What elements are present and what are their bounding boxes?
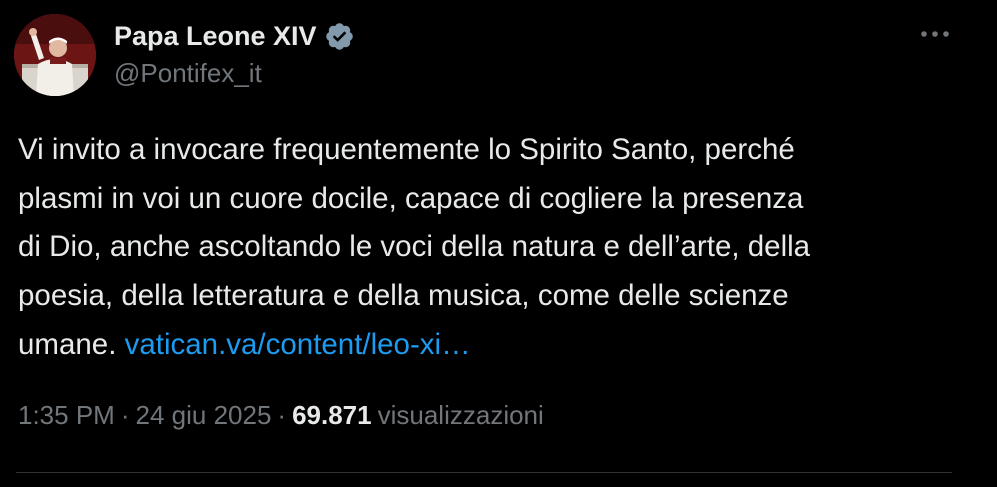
views-count[interactable]: 69.871 — [292, 400, 372, 431]
views-label: visualizzazioni — [377, 400, 544, 430]
tweet-link[interactable]: vatican.va/content/leo-xi… — [125, 328, 471, 361]
tweet-text-line: Vi invito a invocare frequentemente lo S… — [18, 133, 795, 166]
tweet-text-line: poesia, della letteratura e della musica… — [18, 279, 789, 313]
tweet-text: Vi invito a invocare frequentemente lo S… — [18, 126, 958, 370]
divider — [16, 472, 952, 473]
more-dots-icon — [921, 31, 949, 37]
verified-badge-icon[interactable] — [324, 21, 355, 52]
avatar-photo — [14, 14, 96, 96]
tweet-time[interactable]: 1:35 PM — [18, 400, 115, 431]
tweet-text-line: umane. — [18, 327, 117, 361]
author-name-row: Papa Leone XIV — [114, 18, 355, 54]
tweet-card: Papa Leone XIV @Pontifex_it Vi invito a … — [0, 0, 997, 487]
author-display-name[interactable]: Papa Leone XIV — [114, 21, 317, 52]
meta-separator: · — [120, 400, 130, 430]
tweet-text-line: plasmi in voi un cuore docile, capace di… — [18, 181, 804, 215]
tweet-meta: 1:35 PM · 24 giu 2025 · 69.871 visualizz… — [18, 400, 544, 431]
more-options-button[interactable] — [913, 18, 957, 50]
avatar[interactable] — [14, 14, 96, 96]
tweet-text-line: di Dio, anche ascoltando le voci della n… — [18, 230, 811, 264]
author-handle[interactable]: @Pontifex_it — [114, 58, 262, 89]
tweet-text-last-line: umane. vatican.va/content/leo-xi… — [18, 321, 958, 370]
meta-separator: · — [277, 400, 287, 430]
tweet-date[interactable]: 24 giu 2025 — [136, 400, 272, 431]
